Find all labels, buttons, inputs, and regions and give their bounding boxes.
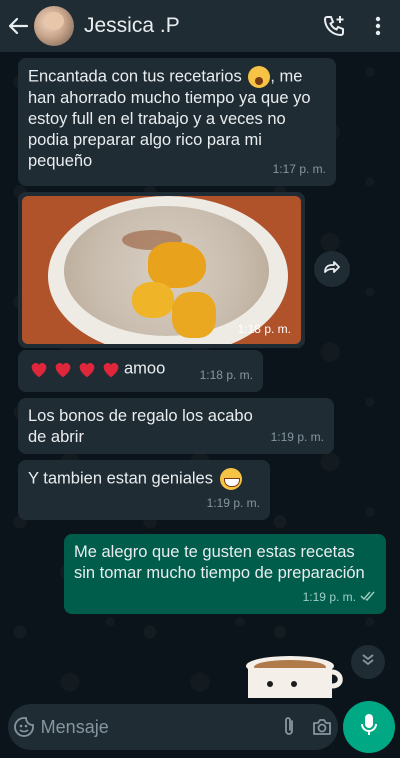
message-text: Me alegro que te gusten estas recetas si… [74,543,365,582]
scroll-down-button[interactable] [351,645,385,679]
heart-icon [100,358,122,380]
message-input[interactable] [40,704,273,750]
message-time: 1:17 p. m. [273,159,326,180]
message-time: 1:19 p. m. [271,427,324,448]
double-check-icon [360,587,376,608]
chat-header: Jessica .P [0,0,400,52]
message-time: 1:19 p. m. [207,493,260,514]
message-text: Y tambien estan geniales [28,468,260,490]
message-bubble[interactable]: amoo 1:18 p. m. [18,350,263,392]
message-bubble[interactable]: Me alegro que te gusten estas recetas si… [64,534,386,614]
add-call-icon[interactable] [312,0,356,52]
image-message[interactable]: 1:18 p. m. [18,192,305,348]
message-time-text: 1:19 p. m. [270,430,324,444]
message-time: 1:18 p. m. [200,365,253,386]
heart-icon [76,358,98,380]
message-time: 1:19 p. m. [303,587,376,608]
message-time-text: 1:17 p. m. [272,162,326,176]
message-time-text: 1:18 p. m. [199,368,253,382]
surprised-emoji-icon [248,66,271,88]
sticker-icon[interactable] [8,704,41,750]
forward-button[interactable] [314,251,350,287]
coffee-cup-sticker[interactable] [240,652,350,698]
message-bubble[interactable]: Y tambien estan geniales 1:19 p. m. [18,460,270,520]
message-text: Encantada con tus recetarios , me han ah… [28,66,326,172]
back-arrow-icon[interactable] [4,0,32,52]
grinning-emoji-icon [219,468,242,490]
message-time-text: 1:19 p. m. [302,590,356,604]
avatar[interactable] [34,6,74,46]
food-photo[interactable]: 1:18 p. m. [22,196,301,344]
photo-mango [172,292,216,338]
voice-message-button[interactable] [343,701,395,753]
forward-icon [323,260,341,279]
message-text-part: Encantada con tus recetarios [28,67,242,86]
message-text-part: Y tambien estan geniales [28,469,213,488]
microphone-icon [360,713,378,742]
message-composer [0,698,400,758]
message-text-part: amoo [124,359,166,378]
chat-area[interactable]: Encantada con tus recetarios , me han ah… [0,52,400,698]
message-bubble[interactable]: Los bonos de regalo los acabo de abrir 1… [18,398,334,454]
message-input-bar[interactable] [8,704,338,750]
message-time: 1:18 p. m. [237,322,291,336]
more-options-icon[interactable] [356,0,400,52]
double-chevron-down-icon [361,653,375,672]
attach-icon[interactable] [273,704,306,750]
photo-mango [132,282,174,318]
heart-icon [52,358,74,380]
message-bubble[interactable]: Encantada con tus recetarios , me han ah… [18,58,336,186]
message-time-text: 1:19 p. m. [206,496,260,510]
contact-name[interactable]: Jessica .P [84,14,312,38]
heart-icon [28,358,50,380]
camera-icon[interactable] [305,704,338,750]
